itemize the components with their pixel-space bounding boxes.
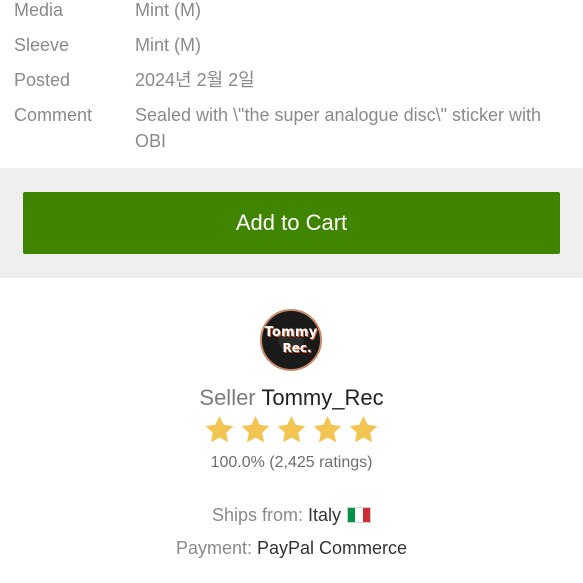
avatar-logo-line1: Tommy — [264, 325, 318, 340]
flag-stripe-white — [355, 508, 363, 522]
posted-value: 2024년 2월 2일 — [135, 70, 255, 90]
seller-line: Seller Tommy_Rec — [0, 383, 583, 413]
seller-ratings-text[interactable]: 100.0% (2,425 ratings) — [0, 452, 583, 474]
italy-flag-icon — [347, 507, 372, 523]
item-details: Media Mint (M) Sleeve Mint (M) Posted 20… — [0, 0, 583, 168]
seller-prefix: Seller — [199, 385, 256, 410]
avatar-logo-line2: Rec. — [282, 341, 312, 355]
ships-from: Ships from: Italy — [0, 502, 583, 528]
comment-label: Comment — [14, 105, 93, 125]
star-icon — [205, 416, 234, 443]
star-icon — [277, 416, 306, 443]
listing-page: Media Mint (M) Sleeve Mint (M) Posted 20… — [0, 0, 583, 583]
seller-name-link[interactable]: Tommy_Rec — [261, 385, 383, 410]
flag-stripe-red — [362, 508, 371, 522]
sleeve-value: Mint (M) — [135, 35, 201, 55]
comment-value: Sealed with \"the super analogue disc\" … — [135, 105, 541, 151]
ships-from-label: Ships from: — [211, 505, 303, 525]
add-to-cart-button[interactable]: Add to Cart — [23, 192, 560, 254]
flag-stripe-green — [348, 508, 356, 522]
star-icon — [349, 416, 378, 443]
sleeve-label: Sleeve — [14, 35, 70, 55]
media-value: Mint (M) — [135, 0, 201, 20]
seller-rating-stars — [0, 415, 583, 443]
cart-section: Add to Cart — [0, 168, 583, 278]
seller-info: Tommy Rec. Seller Tommy_Rec 100.0% (2,42… — [0, 278, 583, 583]
ships-from-country: Italy — [308, 505, 342, 525]
star-icon — [313, 416, 342, 443]
posted-label: Posted — [14, 70, 71, 90]
media-label: Media — [14, 0, 64, 20]
seller-avatar[interactable]: Tommy Rec. — [260, 309, 322, 371]
payment-label: Payment: — [175, 538, 252, 558]
payment-method: Payment: PayPal Commerce — [0, 535, 583, 561]
payment-value: PayPal Commerce — [257, 538, 408, 558]
star-icon — [241, 416, 270, 443]
